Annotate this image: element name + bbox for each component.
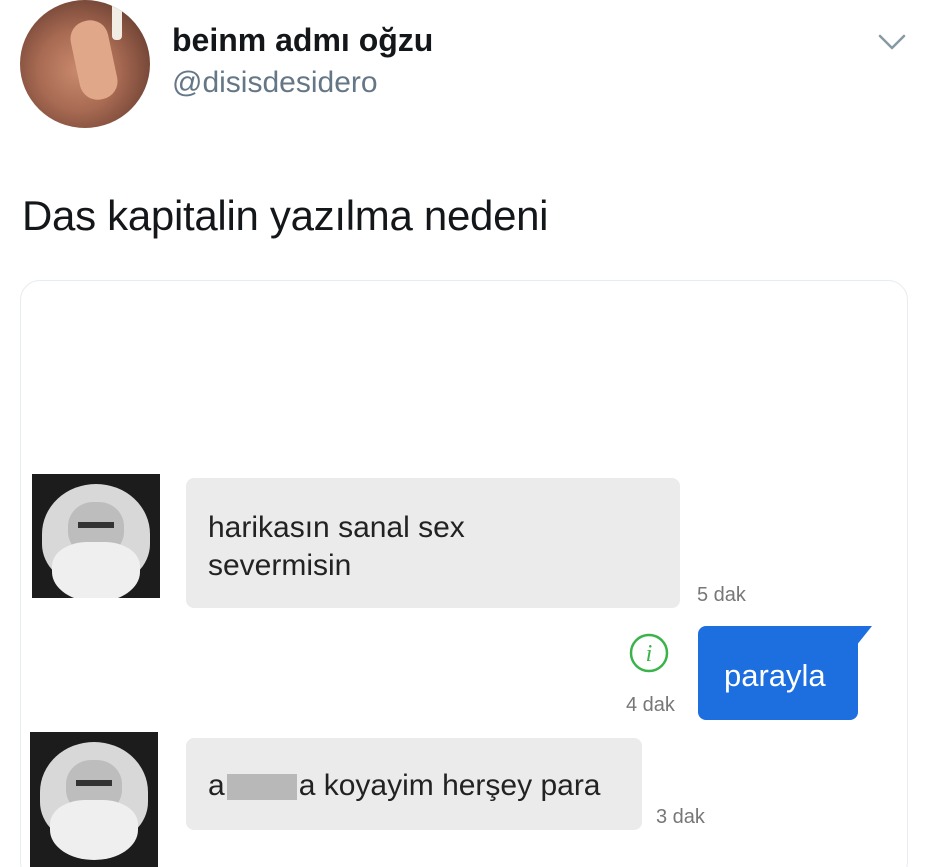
message-text-suffix: a koyayim herşey para — [298, 769, 601, 802]
message-text: parayla — [724, 658, 826, 693]
display-name[interactable]: beinm admı oğzu — [172, 22, 433, 59]
message-time: 5 dak — [697, 584, 746, 606]
tweet: beinm admı oğzu @disisdesidero Das kapit… — [0, 0, 933, 867]
sender-avatar — [32, 474, 160, 598]
handle[interactable]: @disisdesidero — [172, 66, 378, 100]
message-text-line-2: severmisin — [208, 549, 352, 582]
message-bubble-incoming: harikasın sanal sex severmisin — [186, 478, 680, 608]
message-time: 3 dak — [656, 806, 705, 828]
message-time: 4 dak — [626, 694, 675, 716]
avatar[interactable] — [20, 0, 150, 128]
bubble-tail — [846, 626, 872, 646]
svg-text:i: i — [646, 641, 653, 667]
message-bubble-outgoing: parayla — [698, 626, 858, 720]
chevron-down-icon[interactable] — [876, 30, 908, 54]
message-bubble-incoming: a a koyayim herşey para — [186, 738, 642, 830]
sender-avatar — [30, 732, 158, 867]
tweet-text: Das kapitalin yazılma nedeni — [22, 192, 549, 239]
message-text-line-1: harikasın sanal sex — [208, 511, 465, 544]
message-text-prefix: a — [208, 769, 225, 802]
avatar-charm — [112, 0, 122, 40]
info-icon[interactable]: i — [628, 632, 670, 674]
censor-block — [226, 774, 297, 801]
